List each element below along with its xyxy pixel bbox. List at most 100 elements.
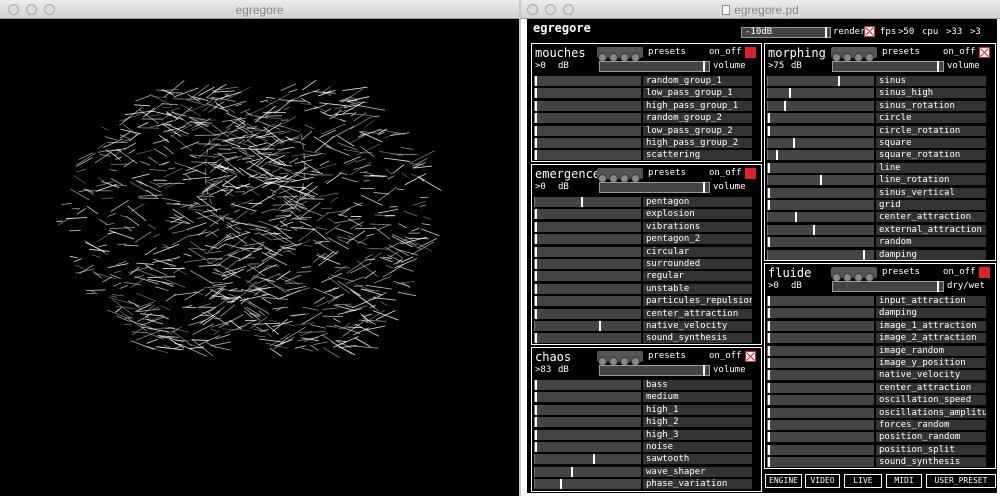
parameter-slider[interactable] xyxy=(534,392,641,403)
parameter-label: center_attraction xyxy=(876,382,986,393)
volume-slider[interactable] xyxy=(599,365,710,376)
on-off-toggle[interactable] xyxy=(979,47,990,58)
parameter-slider[interactable] xyxy=(534,417,641,428)
parameter-slider[interactable] xyxy=(534,380,641,390)
parameter-slider[interactable] xyxy=(767,444,874,455)
parameter-slider[interactable] xyxy=(767,187,874,198)
parameter-slider[interactable] xyxy=(767,358,874,368)
parameter-slider[interactable] xyxy=(534,321,641,331)
parameter-slider[interactable] xyxy=(767,200,874,210)
particle-trail xyxy=(210,341,232,347)
parameter-slider[interactable] xyxy=(534,234,641,245)
db-value[interactable]: >0 xyxy=(768,281,779,291)
parameter-slider[interactable] xyxy=(534,454,641,465)
parameter-slider[interactable] xyxy=(534,442,641,452)
parameter-slider[interactable] xyxy=(534,138,641,148)
parameter-label: image_1_attraction xyxy=(876,320,986,331)
parameter-slider[interactable] xyxy=(767,88,874,99)
particle-trail xyxy=(131,203,145,212)
parameter-slider[interactable] xyxy=(534,271,641,282)
preset-selector[interactable] xyxy=(597,168,643,183)
volume-slider[interactable] xyxy=(599,61,710,72)
parameter-slider[interactable] xyxy=(767,125,874,136)
engine-button[interactable]: ENGINE xyxy=(765,474,802,488)
parameter-slider[interactable] xyxy=(767,138,874,148)
parameter-slider[interactable] xyxy=(767,370,874,381)
parameter-slider[interactable] xyxy=(767,212,874,223)
on-off-toggle[interactable] xyxy=(979,267,990,278)
presets-label: presets xyxy=(648,168,686,178)
on-off-toggle[interactable] xyxy=(745,351,756,362)
parameter-slider[interactable] xyxy=(767,320,874,331)
parameter-slider[interactable] xyxy=(767,224,874,235)
particle-trail xyxy=(366,233,375,237)
parameter-slider[interactable] xyxy=(767,76,874,86)
parameter-slider[interactable] xyxy=(534,88,641,99)
slider-knob xyxy=(535,417,537,428)
particle-trail xyxy=(148,156,159,164)
parameter-slider[interactable] xyxy=(534,404,641,415)
parameter-slider[interactable] xyxy=(767,162,874,173)
preset-selector[interactable] xyxy=(831,267,877,282)
parameter-slider[interactable] xyxy=(767,249,874,260)
parameter-slider[interactable] xyxy=(534,209,641,220)
parameter-slider[interactable] xyxy=(767,175,874,186)
preset-selector[interactable] xyxy=(597,47,643,62)
parameter-slider[interactable] xyxy=(767,308,874,319)
parameter-slider[interactable] xyxy=(767,296,874,306)
parameter-slider[interactable] xyxy=(534,333,641,344)
preset-selector[interactable] xyxy=(597,351,643,366)
volume-slider[interactable] xyxy=(832,281,944,292)
parameter-slider[interactable] xyxy=(534,76,641,86)
parameter-slider[interactable] xyxy=(534,259,641,269)
parameter-slider[interactable] xyxy=(767,237,874,248)
parameter-slider[interactable] xyxy=(767,333,874,344)
parameter-slider[interactable] xyxy=(534,113,641,124)
parameter-slider[interactable] xyxy=(767,113,874,124)
parameter-slider[interactable] xyxy=(534,466,641,477)
parameter-slider[interactable] xyxy=(767,395,874,406)
particle-trail xyxy=(115,305,137,310)
parameter-slider[interactable] xyxy=(534,246,641,257)
particle-trail xyxy=(168,221,184,230)
parameter-slider[interactable] xyxy=(534,221,641,232)
parameter-slider[interactable] xyxy=(534,150,641,161)
parameter-slider[interactable] xyxy=(767,100,874,111)
preset-selector[interactable] xyxy=(831,47,877,62)
parameter-slider[interactable] xyxy=(767,382,874,393)
master-level-slider[interactable]: -10dB xyxy=(741,27,831,38)
db-value[interactable]: >0 xyxy=(535,182,546,192)
slider-knob xyxy=(768,113,770,124)
db-value[interactable]: >75 xyxy=(768,61,784,71)
particle-trail xyxy=(112,282,122,287)
on-off-toggle[interactable] xyxy=(745,168,756,179)
parameter-slider[interactable] xyxy=(767,457,874,468)
parameter-slider[interactable] xyxy=(767,407,874,418)
parameter-slider[interactable] xyxy=(534,296,641,307)
db-value[interactable]: >83 xyxy=(535,365,551,375)
volume-slider[interactable] xyxy=(599,182,710,193)
parameter-slider[interactable] xyxy=(767,420,874,430)
on-off-toggle[interactable] xyxy=(745,47,756,58)
parameter-slider[interactable] xyxy=(534,197,641,207)
parameter-slider[interactable] xyxy=(534,308,641,319)
user-preset-button[interactable]: USER_PRESET xyxy=(926,474,996,488)
parameter-slider[interactable] xyxy=(534,479,641,490)
particle-trail xyxy=(190,247,207,251)
volume-slider[interactable] xyxy=(832,61,944,72)
render-toggle[interactable] xyxy=(864,26,875,37)
parameter-slider[interactable] xyxy=(767,150,874,161)
parameter-label: grid xyxy=(876,200,986,210)
parameter-slider[interactable] xyxy=(767,345,874,356)
parameter-slider[interactable] xyxy=(534,100,641,111)
db-value[interactable]: >0 xyxy=(535,61,546,71)
parameter-slider[interactable] xyxy=(534,125,641,136)
parameter-slider[interactable] xyxy=(534,283,641,294)
live-button[interactable]: LIVE xyxy=(844,474,882,488)
video-button[interactable]: VIDEO xyxy=(805,474,840,488)
parameter-slider[interactable] xyxy=(767,432,874,443)
particle-trail xyxy=(213,152,237,156)
parameter-slider[interactable] xyxy=(534,429,641,440)
particle-trail xyxy=(229,319,242,330)
midi-button[interactable]: MIDI xyxy=(886,474,922,488)
